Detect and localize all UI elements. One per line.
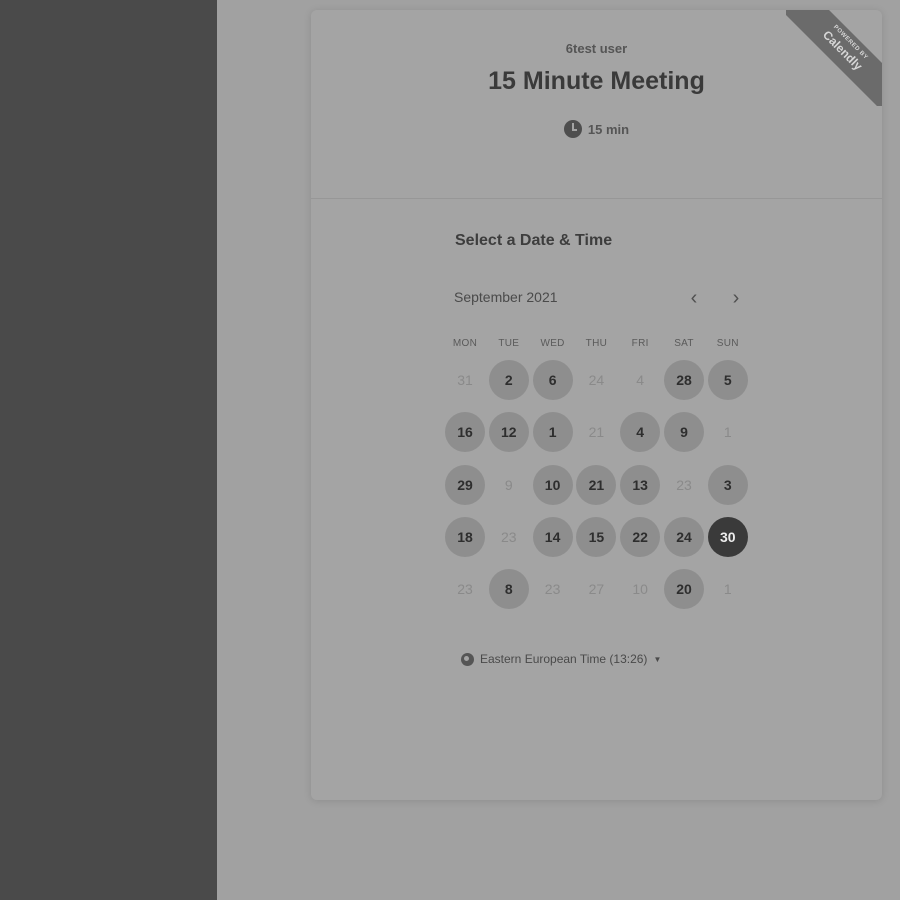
left-panel: [0, 0, 217, 900]
day-cell[interactable]: 15: [576, 516, 617, 557]
day-cell[interactable]: 16: [445, 412, 485, 453]
powered-by-ribbon[interactable]: POWERED BY Calendly: [786, 10, 882, 106]
day-cell: 9: [504, 476, 513, 493]
day-cell[interactable]: 24: [664, 516, 704, 557]
duration-row: 15 min: [311, 120, 882, 138]
day-cell: 1: [723, 581, 732, 598]
clock-icon: [563, 120, 582, 138]
chevron-right-icon: ›: [732, 286, 740, 309]
booking-card: 6test user 15 Minute Meeting 15 min POWE…: [311, 10, 882, 800]
day-cell[interactable]: 8: [488, 569, 529, 610]
day-cell[interactable]: 18: [445, 516, 485, 557]
day-cell[interactable]: 13: [620, 464, 661, 505]
duration-label: 15 min: [587, 121, 630, 137]
chevron-left-icon: ‹: [690, 286, 698, 309]
day-cell[interactable]: 20: [664, 569, 704, 610]
day-cell[interactable]: 2: [488, 360, 529, 400]
day-cell[interactable]: 3: [707, 464, 748, 505]
day-cell: 27: [588, 581, 605, 598]
day-cell[interactable]: 29: [445, 464, 485, 505]
prev-month-button[interactable]: ‹: [682, 286, 706, 310]
weekday-label: SUN: [716, 338, 739, 349]
weekday-label: MON: [452, 338, 478, 349]
day-cell[interactable]: 12: [488, 412, 529, 453]
weekday-label: SAT: [674, 338, 694, 349]
day-cell[interactable]: 10: [532, 464, 573, 505]
day-cell[interactable]: 22: [620, 516, 661, 557]
select-date-time-title: Select a Date & Time: [455, 232, 613, 249]
day-cell[interactable]: 1: [532, 412, 573, 453]
selected-day-cell[interactable]: 30: [707, 516, 748, 557]
day-cell: 23: [544, 581, 561, 598]
weekday-label: WED: [540, 338, 565, 349]
weekday-label: THU: [585, 338, 608, 349]
day-cell[interactable]: 4: [620, 412, 661, 453]
day-cell: 23: [501, 528, 517, 545]
day-cell[interactable]: 5: [707, 360, 748, 400]
day-cell[interactable]: 6: [532, 360, 573, 400]
month-label: September 2021: [454, 289, 558, 305]
day-cell: 31: [457, 372, 473, 388]
globe-icon: [461, 652, 474, 666]
day-cell: 23: [457, 581, 473, 598]
weekday-label: FRI: [631, 338, 649, 349]
day-cell[interactable]: 9: [664, 412, 704, 453]
timezone-label: Eastern European Time (13:26): [480, 652, 648, 666]
day-cell: 10: [632, 581, 648, 598]
timezone-selector[interactable]: Eastern European Time (13:26) ▼: [461, 652, 661, 666]
day-cell: 4: [636, 372, 645, 388]
powered-by-label: POWERED BY: [831, 24, 869, 62]
day-cell[interactable]: 21: [576, 464, 617, 505]
next-month-button[interactable]: ›: [724, 286, 748, 310]
day-cell: 21: [588, 424, 605, 441]
day-cell: 24: [588, 372, 605, 388]
day-cell: 23: [676, 476, 692, 493]
day-cell: 1: [723, 424, 732, 441]
caret-down-icon: ▼: [653, 654, 662, 664]
day-cell[interactable]: 14: [532, 516, 573, 557]
day-cell[interactable]: 28: [664, 360, 704, 400]
weekday-label: TUE: [498, 338, 520, 349]
